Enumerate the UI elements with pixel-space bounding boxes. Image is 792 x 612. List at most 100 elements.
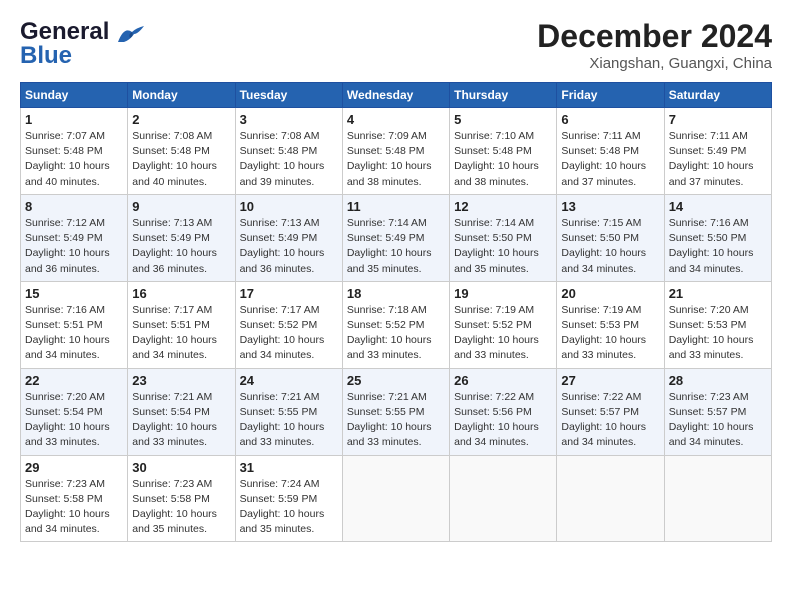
col-thursday: Thursday (450, 83, 557, 108)
day-info: Sunrise: 7:19 AM Sunset: 5:52 PM Dayligh… (454, 303, 552, 364)
table-row: 11 Sunrise: 7:14 AM Sunset: 5:49 PM Dayli… (342, 194, 449, 281)
day-info: Sunrise: 7:11 AM Sunset: 5:48 PM Dayligh… (561, 129, 659, 190)
table-row: 7 Sunrise: 7:11 AM Sunset: 5:49 PM Daylig… (664, 108, 771, 195)
table-row (664, 455, 771, 542)
day-info: Sunrise: 7:21 AM Sunset: 5:54 PM Dayligh… (132, 390, 230, 451)
col-sunday: Sunday (21, 83, 128, 108)
day-number: 4 (347, 112, 445, 127)
table-row: 31 Sunrise: 7:24 AM Sunset: 5:59 PM Dayli… (235, 455, 342, 542)
day-number: 30 (132, 460, 230, 475)
day-info: Sunrise: 7:21 AM Sunset: 5:55 PM Dayligh… (240, 390, 338, 451)
day-info: Sunrise: 7:20 AM Sunset: 5:54 PM Dayligh… (25, 390, 123, 451)
day-number: 19 (454, 286, 552, 301)
table-row: 28 Sunrise: 7:23 AM Sunset: 5:57 PM Dayli… (664, 368, 771, 455)
day-number: 17 (240, 286, 338, 301)
day-number: 5 (454, 112, 552, 127)
day-number: 31 (240, 460, 338, 475)
day-info: Sunrise: 7:09 AM Sunset: 5:48 PM Dayligh… (347, 129, 445, 190)
logo-bird-icon (116, 24, 146, 46)
table-row (342, 455, 449, 542)
table-row: 20Sunrise: 7:19 AM Sunset: 5:53 PM Dayli… (557, 281, 664, 368)
day-number: 27 (561, 373, 659, 388)
day-info: Sunrise: 7:22 AM Sunset: 5:56 PM Dayligh… (454, 390, 552, 451)
table-row (557, 455, 664, 542)
table-row: 25 Sunrise: 7:21 AM Sunset: 5:55 PM Dayli… (342, 368, 449, 455)
day-number: 16 (132, 286, 230, 301)
calendar-table: Sunday Monday Tuesday Wednesday Thursday… (20, 82, 772, 542)
day-number: 8 (25, 199, 123, 214)
day-info: Sunrise: 7:14 AM Sunset: 5:50 PM Dayligh… (454, 216, 552, 277)
day-number: 28 (669, 373, 767, 388)
day-number: 29 (25, 460, 123, 475)
day-info: Sunrise: 7:17 AM Sunset: 5:51 PM Dayligh… (132, 303, 230, 364)
month-title: December 2024 (537, 18, 772, 55)
day-info: Sunrise: 7:12 AM Sunset: 5:49 PM Dayligh… (25, 216, 123, 277)
table-row: 10Sunrise: 7:13 AM Sunset: 5:49 PM Dayli… (235, 194, 342, 281)
day-info: Sunrise: 7:16 AM Sunset: 5:50 PM Dayligh… (669, 216, 767, 277)
table-row: 16 Sunrise: 7:17 AM Sunset: 5:51 PM Dayli… (128, 281, 235, 368)
day-number: 10 (240, 199, 338, 214)
col-wednesday: Wednesday (342, 83, 449, 108)
day-number: 14 (669, 199, 767, 214)
table-row: 14 Sunrise: 7:16 AM Sunset: 5:50 PM Dayli… (664, 194, 771, 281)
day-number: 13 (561, 199, 659, 214)
day-info: Sunrise: 7:24 AM Sunset: 5:59 PM Dayligh… (240, 477, 338, 538)
table-row: 30 Sunrise: 7:23 AM Sunset: 5:58 PM Dayli… (128, 455, 235, 542)
table-row: 12 Sunrise: 7:14 AM Sunset: 5:50 PM Dayli… (450, 194, 557, 281)
logo: General Blue (20, 18, 146, 70)
day-number: 1 (25, 112, 123, 127)
table-row: 26 Sunrise: 7:22 AM Sunset: 5:56 PM Dayli… (450, 368, 557, 455)
table-row: 22 Sunrise: 7:20 AM Sunset: 5:54 PM Dayli… (21, 368, 128, 455)
day-number: 26 (454, 373, 552, 388)
table-row: 17 Sunrise: 7:17 AM Sunset: 5:52 PM Dayli… (235, 281, 342, 368)
day-info: Sunrise: 7:11 AM Sunset: 5:49 PM Dayligh… (669, 129, 767, 190)
day-info: Sunrise: 7:23 AM Sunset: 5:58 PM Dayligh… (25, 477, 123, 538)
day-number: 18 (347, 286, 445, 301)
table-row: 2Sunrise: 7:08 AM Sunset: 5:48 PM Daylig… (128, 108, 235, 195)
table-row: 27 Sunrise: 7:22 AM Sunset: 5:57 PM Dayli… (557, 368, 664, 455)
table-row: 24 Sunrise: 7:21 AM Sunset: 5:55 PM Dayli… (235, 368, 342, 455)
col-friday: Friday (557, 83, 664, 108)
table-row: 1 Sunrise: 7:07 AM Sunset: 5:48 PM Daylig… (21, 108, 128, 195)
day-number: 7 (669, 112, 767, 127)
day-number: 24 (240, 373, 338, 388)
day-number: 9 (132, 199, 230, 214)
day-info: Sunrise: 7:14 AM Sunset: 5:49 PM Dayligh… (347, 216, 445, 277)
day-number: 11 (347, 199, 445, 214)
day-info: Sunrise: 7:13 AM Sunset: 5:49 PM Dayligh… (132, 216, 230, 277)
table-row: 18 Sunrise: 7:18 AM Sunset: 5:52 PM Dayli… (342, 281, 449, 368)
day-number: 12 (454, 199, 552, 214)
day-number: 21 (669, 286, 767, 301)
day-number: 22 (25, 373, 123, 388)
day-info: Sunrise: 7:07 AM Sunset: 5:48 PM Dayligh… (25, 129, 123, 190)
day-info: Sunrise: 7:18 AM Sunset: 5:52 PM Dayligh… (347, 303, 445, 364)
day-number: 23 (132, 373, 230, 388)
title-block: December 2024 Xiangshan, Guangxi, China (537, 18, 772, 72)
day-info: Sunrise: 7:16 AM Sunset: 5:51 PM Dayligh… (25, 303, 123, 364)
day-info: Sunrise: 7:22 AM Sunset: 5:57 PM Dayligh… (561, 390, 659, 451)
table-row: 19 Sunrise: 7:19 AM Sunset: 5:52 PM Dayli… (450, 281, 557, 368)
day-info: Sunrise: 7:17 AM Sunset: 5:52 PM Dayligh… (240, 303, 338, 364)
page-header: General Blue December 2024 Xiangshan, Gu… (20, 18, 772, 72)
day-info: Sunrise: 7:21 AM Sunset: 5:55 PM Dayligh… (347, 390, 445, 451)
table-row: 8 Sunrise: 7:12 AM Sunset: 5:49 PM Daylig… (21, 194, 128, 281)
table-row (450, 455, 557, 542)
location: Xiangshan, Guangxi, China (537, 55, 772, 72)
day-info: Sunrise: 7:23 AM Sunset: 5:57 PM Dayligh… (669, 390, 767, 451)
table-row: 15 Sunrise: 7:16 AM Sunset: 5:51 PM Dayli… (21, 281, 128, 368)
day-number: 2 (132, 112, 230, 127)
table-row: 29 Sunrise: 7:23 AM Sunset: 5:58 PM Dayli… (21, 455, 128, 542)
day-info: Sunrise: 7:23 AM Sunset: 5:58 PM Dayligh… (132, 477, 230, 538)
table-row: 5Sunrise: 7:10 AM Sunset: 5:48 PM Daylig… (450, 108, 557, 195)
day-info: Sunrise: 7:08 AM Sunset: 5:48 PM Dayligh… (240, 129, 338, 190)
col-tuesday: Tuesday (235, 83, 342, 108)
day-number: 3 (240, 112, 338, 127)
day-number: 20 (561, 286, 659, 301)
table-row: 6Sunrise: 7:11 AM Sunset: 5:48 PM Daylig… (557, 108, 664, 195)
table-row: 23 Sunrise: 7:21 AM Sunset: 5:54 PM Dayli… (128, 368, 235, 455)
day-number: 25 (347, 373, 445, 388)
col-saturday: Saturday (664, 83, 771, 108)
day-number: 15 (25, 286, 123, 301)
logo-blue: Blue (20, 42, 72, 70)
calendar-header-row: Sunday Monday Tuesday Wednesday Thursday… (21, 83, 772, 108)
